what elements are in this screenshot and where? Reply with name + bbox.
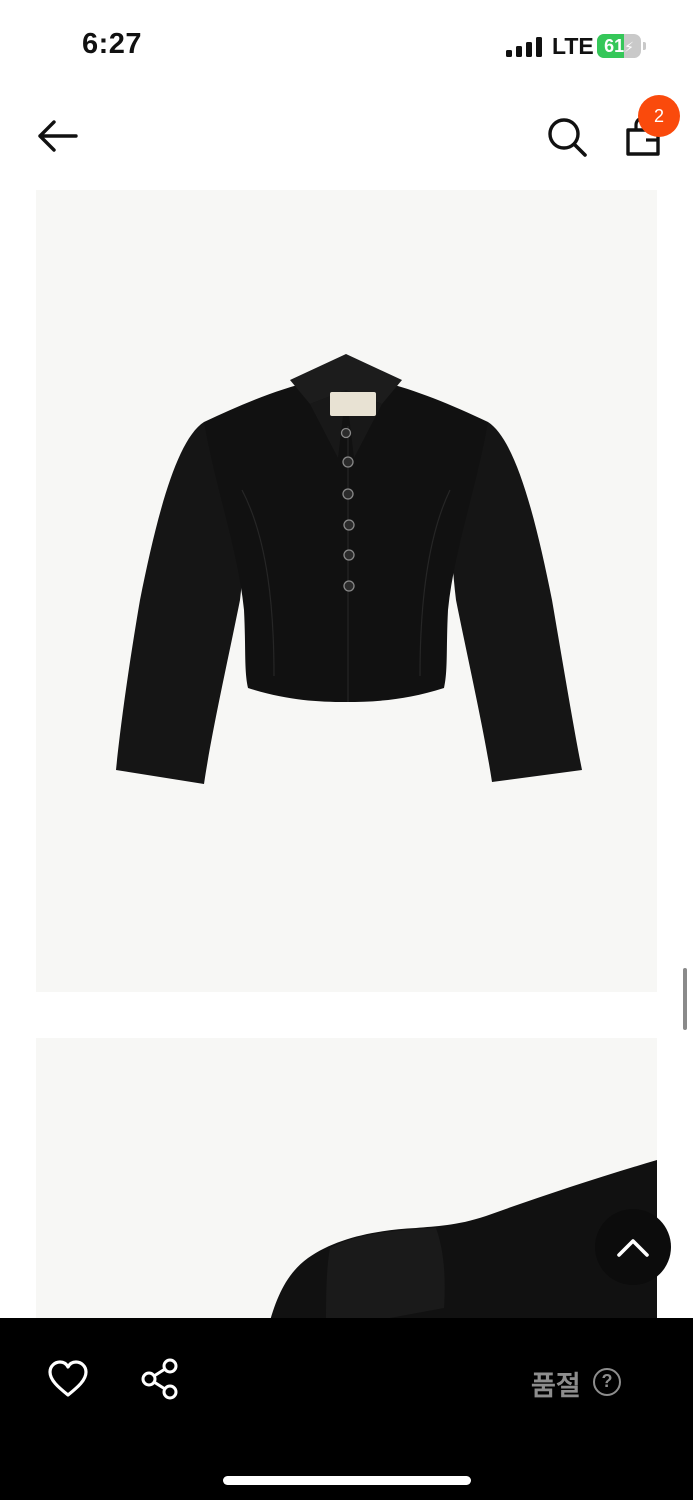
share-icon xyxy=(141,1358,178,1400)
bottom-action-bar xyxy=(0,1318,693,1500)
network-label: LTE xyxy=(552,33,594,59)
battery-icon: 61⚡ xyxy=(597,34,647,58)
charging-bolt-icon: ⚡ xyxy=(624,39,634,55)
product-image-detail xyxy=(36,1038,657,1328)
battery-label: 61⚡ xyxy=(604,36,634,56)
search-icon xyxy=(548,118,587,157)
top-nav xyxy=(0,90,693,190)
signal-icon xyxy=(506,37,542,57)
back-button[interactable] xyxy=(30,116,84,156)
help-icon[interactable]: ? xyxy=(593,1368,621,1396)
heart-icon xyxy=(48,1360,88,1397)
scroll-indicator[interactable] xyxy=(683,968,687,1030)
product-image-front xyxy=(36,190,657,992)
share-button[interactable] xyxy=(140,1358,180,1400)
home-indicator[interactable] xyxy=(223,1476,471,1485)
jacket-front-illustration xyxy=(116,354,582,784)
status-bar: 6:27 LTE 61⚡ xyxy=(0,0,693,90)
like-button[interactable] xyxy=(46,1359,90,1399)
jacket-detail-illustration xyxy=(268,1160,657,1328)
scroll-to-top-button[interactable] xyxy=(595,1209,671,1285)
arrow-left-icon xyxy=(38,120,78,152)
soldout-label: 품절 xyxy=(531,1371,581,1401)
search-button[interactable] xyxy=(544,114,590,160)
chevron-up-icon xyxy=(617,1239,649,1257)
cart-count-badge: 2 xyxy=(638,95,680,137)
status-time: 6:27 xyxy=(82,28,143,60)
